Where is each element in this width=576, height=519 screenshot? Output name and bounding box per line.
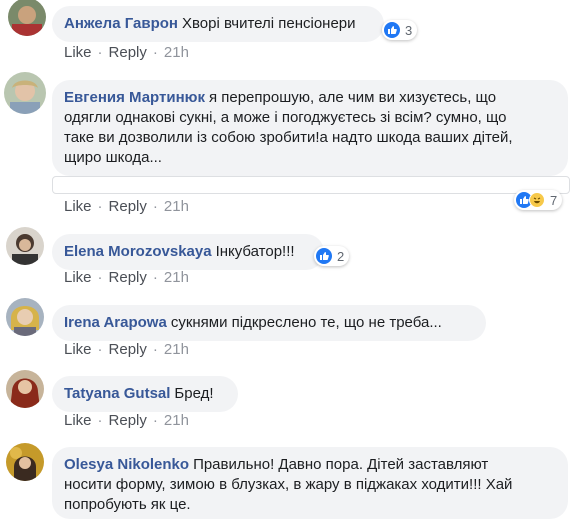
comment-text: попробують як це. [64, 496, 191, 513]
comment-text: щиро шкода... [64, 149, 162, 166]
reply-link[interactable]: Reply [109, 198, 147, 215]
commenter-name[interactable]: Tatyana Gutsal [64, 385, 170, 402]
attachment-preview [52, 176, 570, 194]
thumbs-up-icon [384, 22, 400, 38]
comment-text: Інкубатор!!! [215, 243, 295, 260]
reply-link[interactable]: Reply [109, 341, 147, 358]
like-link[interactable]: Like [64, 44, 92, 61]
timestamp[interactable]: 21h [164, 198, 189, 215]
avatar[interactable] [4, 72, 46, 114]
commenter-name[interactable]: Евгения Мартинюк [64, 89, 205, 106]
timestamp[interactable]: 21h [164, 412, 189, 429]
like-link[interactable]: Like [64, 412, 92, 429]
reply-link[interactable]: Reply [109, 269, 147, 286]
comment-actions: Like · Reply · 21h [64, 198, 189, 215]
reply-link[interactable]: Reply [109, 412, 147, 429]
laughing-face-icon [529, 192, 545, 208]
comment-actions: Like · Reply · 21h [64, 412, 189, 429]
commenter-name[interactable]: Irena Arapowa [64, 314, 167, 331]
reaction-count[interactable]: 2 [314, 246, 350, 266]
commenter-name[interactable]: Olesya Nikolenko [64, 456, 189, 473]
comment-text: носити форму, зимою в блузках, в жару в … [64, 476, 513, 493]
commenter-name[interactable]: Анжела Гаврон [64, 15, 178, 32]
comment-actions: Like · Reply · 21h [64, 341, 189, 358]
comment-text: Хворі вчителі пенсіонери [181, 15, 356, 32]
comment-bubble: Анжела Гаврон Хворі вчителі пенсіонери [52, 6, 384, 42]
avatar[interactable] [6, 443, 44, 481]
like-link[interactable]: Like [64, 341, 92, 358]
comment-text: таке ви дозволили із собою зробити!а над… [64, 129, 513, 146]
avatar[interactable] [6, 227, 44, 265]
comment-text: я перепрошую, але чим ви хизуєтесь, що [208, 89, 497, 106]
avatar[interactable] [8, 0, 46, 36]
reply-link[interactable]: Reply [109, 44, 147, 61]
like-link[interactable]: Like [64, 198, 92, 215]
comment-text: сукнями підкреслено те, що не треба... [170, 314, 442, 331]
comment-actions: Like · Reply · 21h [64, 269, 189, 286]
reaction-count[interactable]: 7 [514, 190, 563, 210]
comment-actions: Like · Reply · 21h [64, 44, 189, 61]
comment-bubble: Olesya Nikolenko Правильно! Давно пора. Д… [52, 447, 568, 519]
avatar[interactable] [6, 370, 44, 408]
comment-text: Бред! [174, 385, 214, 402]
comment-bubble: Irena Arapowa сукнями підкреслено те, що … [52, 305, 486, 341]
comment-bubble: Elena Morozovskaya Інкубатор!!! [52, 234, 324, 270]
avatar[interactable] [6, 298, 44, 336]
comment-bubble: Евгения Мартинюк я перепрошую, але чим ви… [52, 80, 568, 176]
timestamp[interactable]: 21h [164, 44, 189, 61]
comment-text: одягли однакові сукні, а може і погоджує… [64, 109, 507, 126]
comment-bubble: Tatyana Gutsal Бред! [52, 376, 238, 412]
commenter-name[interactable]: Elena Morozovskaya [64, 243, 212, 260]
timestamp[interactable]: 21h [164, 269, 189, 286]
like-link[interactable]: Like [64, 269, 92, 286]
timestamp[interactable]: 21h [164, 341, 189, 358]
comment-text: Правильно! Давно пора. Дітей заставляют [193, 456, 489, 473]
thumbs-up-icon [316, 248, 332, 264]
reaction-count[interactable]: 3 [382, 20, 418, 40]
